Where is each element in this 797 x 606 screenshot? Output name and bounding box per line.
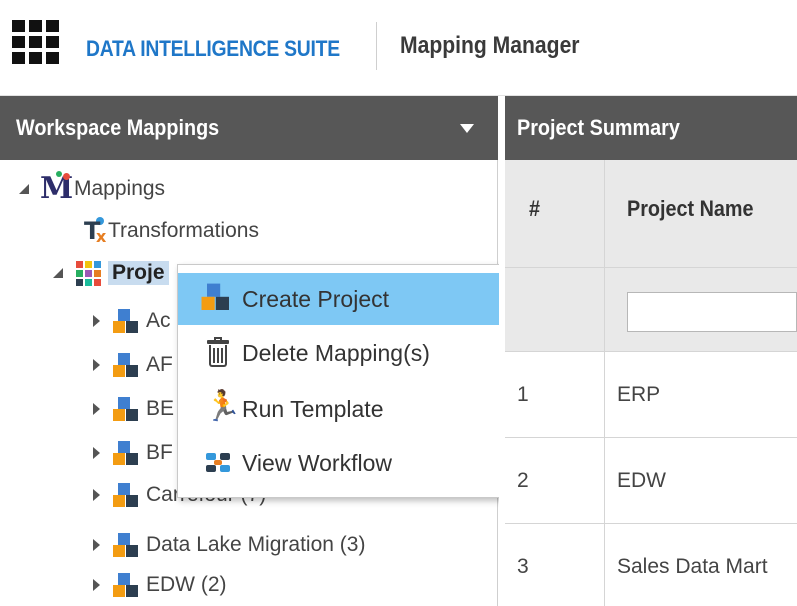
filter-cell-number xyxy=(505,268,605,352)
project-blocks-icon xyxy=(112,351,140,379)
tree-node-mappings[interactable]: M Mappings xyxy=(18,171,166,206)
column-header-label: Project Name xyxy=(627,196,754,221)
context-menu: Create Project Delete Mapping(s) 🏃 Run T… xyxy=(177,264,513,498)
tree-node-label: Mappings xyxy=(74,177,166,200)
mappings-icon: M xyxy=(40,171,74,206)
tree-item[interactable]: AF xyxy=(90,348,173,382)
projects-grid-icon xyxy=(74,259,102,287)
tree-item-label: Data Lake Migration (3) xyxy=(146,533,366,556)
project-blocks-icon xyxy=(112,439,140,467)
project-summary-header: Project Summary xyxy=(499,96,797,160)
menu-item-label: Run Template xyxy=(242,395,384,422)
menu-item-delete-mappings[interactable]: Delete Mapping(s) xyxy=(178,327,512,379)
expand-toggle-icon[interactable] xyxy=(90,403,102,415)
column-header-project-name[interactable]: Project Name xyxy=(605,160,797,268)
tree-node-label: Transformations xyxy=(108,219,259,242)
trash-icon xyxy=(202,337,234,369)
filter-cell-project-name xyxy=(605,268,797,352)
tree-item[interactable]: BF xyxy=(90,436,173,470)
menu-item-create-project[interactable]: Create Project xyxy=(178,273,512,325)
caret-down-icon[interactable] xyxy=(460,124,474,133)
workflow-icon xyxy=(202,447,234,479)
project-blocks-icon xyxy=(200,281,235,316)
workspace-mappings-header[interactable]: Workspace Mappings xyxy=(0,96,498,160)
header-divider xyxy=(376,22,377,70)
tree-item[interactable]: EDW (2) xyxy=(90,568,227,602)
menu-item-view-workflow[interactable]: View Workflow xyxy=(178,437,512,489)
tree-node-label: Proje xyxy=(108,261,169,285)
menu-item-label: Delete Mapping(s) xyxy=(242,339,430,366)
column-header-label: # xyxy=(529,196,541,221)
run-icon: 🏃 xyxy=(204,389,242,424)
table-cell-number[interactable]: 3 xyxy=(505,524,605,606)
tree-item-label: BE xyxy=(146,397,175,420)
collapse-toggle-icon[interactable] xyxy=(18,183,30,195)
transformations-icon: Tx xyxy=(84,217,107,246)
table-cell-number[interactable]: 1 xyxy=(505,352,605,438)
tree-item-label: EDW (2) xyxy=(146,573,227,596)
expand-toggle-icon[interactable] xyxy=(90,579,102,591)
project-blocks-icon xyxy=(112,571,140,599)
tree-node-projects[interactable]: Proje xyxy=(52,256,169,290)
tree-item-label: Ac xyxy=(146,309,171,332)
menu-item-run-template[interactable]: 🏃 Run Template xyxy=(178,383,512,435)
tree-item[interactable]: Data Lake Migration (3) xyxy=(90,528,365,562)
suite-title[interactable]: DATA INTELLIGENCE SUITE xyxy=(86,36,340,62)
expand-toggle-icon[interactable] xyxy=(90,359,102,371)
app-title: Mapping Manager xyxy=(400,32,580,59)
table-cell-project-name[interactable]: EDW xyxy=(605,438,797,524)
tree-item[interactable]: Ac xyxy=(90,304,171,338)
project-blocks-icon xyxy=(112,307,140,335)
column-header-number[interactable]: # xyxy=(505,160,605,268)
collapse-toggle-icon[interactable] xyxy=(52,267,64,279)
app-header: DATA INTELLIGENCE SUITE Mapping Manager xyxy=(0,0,797,96)
project-blocks-icon xyxy=(112,531,140,559)
tree-item[interactable]: BE xyxy=(90,392,174,426)
tree-item-label: AF xyxy=(146,353,173,376)
expand-toggle-icon[interactable] xyxy=(90,489,102,501)
menu-item-label: View Workflow xyxy=(242,449,392,476)
project-blocks-icon xyxy=(112,481,140,509)
menu-item-label: Create Project xyxy=(242,285,390,312)
expand-toggle-icon[interactable] xyxy=(90,447,102,459)
project-name-filter-input[interactable] xyxy=(627,292,797,332)
table-cell-number[interactable]: 2 xyxy=(505,438,605,524)
table-cell-project-name[interactable]: ERP xyxy=(605,352,797,438)
tree-node-transformations[interactable]: Tx Transformations xyxy=(82,214,259,248)
panel-title: Project Summary xyxy=(517,115,680,140)
project-blocks-icon xyxy=(112,395,140,423)
tree-item-label: BF xyxy=(146,441,173,464)
expand-toggle-icon[interactable] xyxy=(90,539,102,551)
table-cell-project-name[interactable]: Sales Data Mart xyxy=(605,524,797,606)
expand-toggle-icon[interactable] xyxy=(90,315,102,327)
panel-title: Workspace Mappings xyxy=(16,115,220,140)
app-grid-icon[interactable] xyxy=(12,20,60,66)
